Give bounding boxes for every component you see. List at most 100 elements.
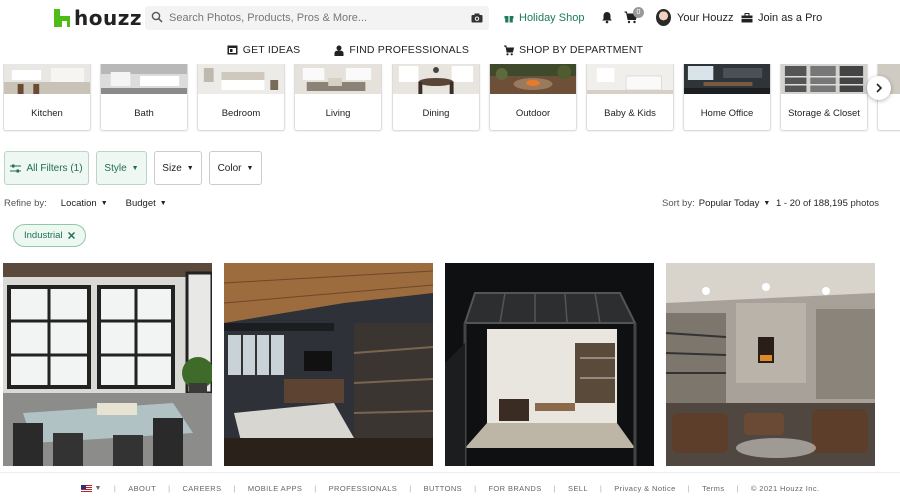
color-filter-label: Color (217, 162, 242, 174)
category-image (587, 64, 673, 94)
category-label: Bedroom (221, 108, 261, 119)
gift-icon (504, 16, 514, 23)
category-card-storage-closet[interactable]: Storage & Closet (780, 64, 868, 131)
notification-bell-icon[interactable] (601, 11, 613, 27)
category-image (4, 64, 90, 94)
category-carousel: Kitchen Bath Bedroom Living Dining Outdo… (3, 64, 900, 132)
footer-copyright: © 2021 Houzz Inc. (750, 484, 820, 493)
nav-get-ideas[interactable]: GET IDEAS (227, 40, 301, 60)
sort-by-dropdown[interactable]: Sort by: Popular Today ▼ (662, 198, 770, 209)
your-houzz-menu[interactable]: Your Houzz (656, 9, 733, 26)
search-icon[interactable] (145, 11, 169, 26)
category-label: Storage & Closet (788, 108, 860, 119)
caret-down-icon: ▼ (131, 164, 139, 172)
footer-link-sell[interactable]: SELL (568, 484, 588, 493)
camera-icon[interactable] (465, 13, 489, 23)
budget-refine-dropdown[interactable]: Budget ▼ (126, 198, 167, 209)
sliders-icon (10, 164, 22, 172)
category-image (781, 64, 867, 94)
result-count: 1 - 20 of 188,195 photos (776, 198, 879, 209)
search-bar (145, 6, 489, 30)
category-image (295, 64, 381, 94)
photo-card-industrial-lounge[interactable] (666, 263, 875, 466)
active-filter-chip[interactable]: Industrial (13, 224, 86, 247)
houzz-logo-icon (54, 9, 70, 27)
category-image (490, 64, 576, 94)
photo-image (666, 263, 875, 466)
nav-shop-by-department[interactable]: SHOP BY DEPARTMENT (503, 40, 643, 60)
avatar (656, 9, 671, 26)
footer-link-for-brands[interactable]: FOR BRANDS (488, 484, 541, 493)
logo-text: houzz (74, 6, 142, 30)
carousel-next-button[interactable] (867, 76, 891, 100)
chevron-right-icon (876, 83, 883, 93)
category-card-bedroom[interactable]: Bedroom (197, 64, 285, 131)
footer-link-privacy[interactable]: Privacy & Notice (614, 484, 675, 493)
photo-card-industrial-glass-room[interactable] (445, 263, 654, 466)
refine-bar: Refine by: Location ▼ Budget ▼ (4, 198, 185, 209)
your-houzz-label: Your Houzz (677, 11, 734, 24)
holiday-shop-label: Holiday Shop (519, 12, 585, 24)
size-filter-label: Size (162, 162, 182, 174)
color-filter-dropdown[interactable]: Color ▼ (209, 151, 262, 185)
category-card-bath[interactable]: Bath (100, 64, 188, 131)
caret-down-icon: ▼ (159, 200, 167, 207)
us-flag-icon[interactable] (80, 485, 92, 492)
footer-link-about[interactable]: ABOUT (128, 484, 156, 493)
category-image (101, 64, 187, 94)
caret-down-icon: ▼ (100, 200, 108, 207)
close-icon[interactable] (67, 232, 75, 239)
result-total: 188,195 (813, 198, 848, 209)
category-label: Kitchen (31, 108, 63, 119)
style-filter-dropdown[interactable]: Style ▼ (96, 151, 147, 185)
caret-down-icon[interactable]: ▼ (95, 485, 102, 492)
category-card-kitchen[interactable]: Kitchen (3, 64, 91, 131)
photo-card-industrial-dining[interactable] (3, 263, 212, 466)
category-label: Outdoor (515, 108, 551, 119)
nav-find-professionals[interactable]: FIND PROFESSIONALS (334, 40, 469, 60)
footer-link-buttons[interactable]: BUTTONS (424, 484, 463, 493)
category-card-dining[interactable]: Dining (392, 64, 480, 131)
category-card-outdoor[interactable]: Outdoor (489, 64, 577, 131)
photo-card-industrial-loft[interactable] (224, 263, 433, 466)
location-refine-dropdown[interactable]: Location ▼ (61, 198, 108, 209)
category-card-living[interactable]: Living (294, 64, 382, 131)
category-label: Dining (422, 108, 450, 119)
footer-link-mobile-apps[interactable]: MOBILE APPS (248, 484, 302, 493)
join-as-pro-link[interactable]: Join as a Pro (741, 12, 822, 24)
main-nav: GET IDEAS FIND PROFESSIONALS SHOP BY DEP… (0, 40, 900, 60)
style-filter-label: Style (104, 162, 127, 174)
join-as-pro-label: Join as a Pro (758, 12, 823, 24)
category-card-home-office[interactable]: Home Office (683, 64, 771, 131)
footer-link-careers[interactable]: CAREERS (182, 484, 221, 493)
category-image (684, 64, 770, 94)
active-filter-label: Industrial (24, 230, 63, 241)
briefcase-icon (741, 13, 753, 23)
holiday-shop-link[interactable]: Holiday Shop (504, 12, 584, 24)
category-label: Baby & Kids (604, 108, 656, 119)
caret-down-icon: ▼ (186, 164, 194, 172)
professional-icon (334, 45, 344, 56)
footer-link-professionals[interactable]: PROFESSIONALS (329, 484, 398, 493)
category-image (198, 64, 284, 94)
category-image (393, 64, 479, 94)
all-filters-label: All Filters (1) (26, 162, 83, 174)
location-label: Location (60, 198, 97, 209)
shop-icon (504, 45, 515, 55)
nav-find-professionals-label: FIND PROFESSIONALS (349, 44, 470, 56)
size-filter-dropdown[interactable]: Size ▼ (154, 151, 202, 185)
ideas-icon (227, 45, 238, 55)
footer-link-terms[interactable]: Terms (702, 484, 724, 493)
all-filters-button[interactable]: All Filters (1) (4, 151, 89, 185)
refine-label: Refine by: (4, 198, 47, 209)
result-of: of (802, 198, 811, 209)
photo-image (224, 263, 433, 466)
category-card-baby-kids[interactable]: Baby & Kids (586, 64, 674, 131)
nav-shop-by-department-label: SHOP BY DEPARTMENT (519, 44, 644, 56)
top-header: houzz Holiday Shop 0 Your Houzz Join as … (0, 0, 900, 38)
nav-get-ideas-label: GET IDEAS (242, 44, 301, 56)
sort-by-value: Popular Today (698, 198, 760, 209)
search-input[interactable] (169, 12, 465, 24)
photo-image (3, 263, 212, 466)
houzz-logo[interactable]: houzz (54, 6, 142, 30)
